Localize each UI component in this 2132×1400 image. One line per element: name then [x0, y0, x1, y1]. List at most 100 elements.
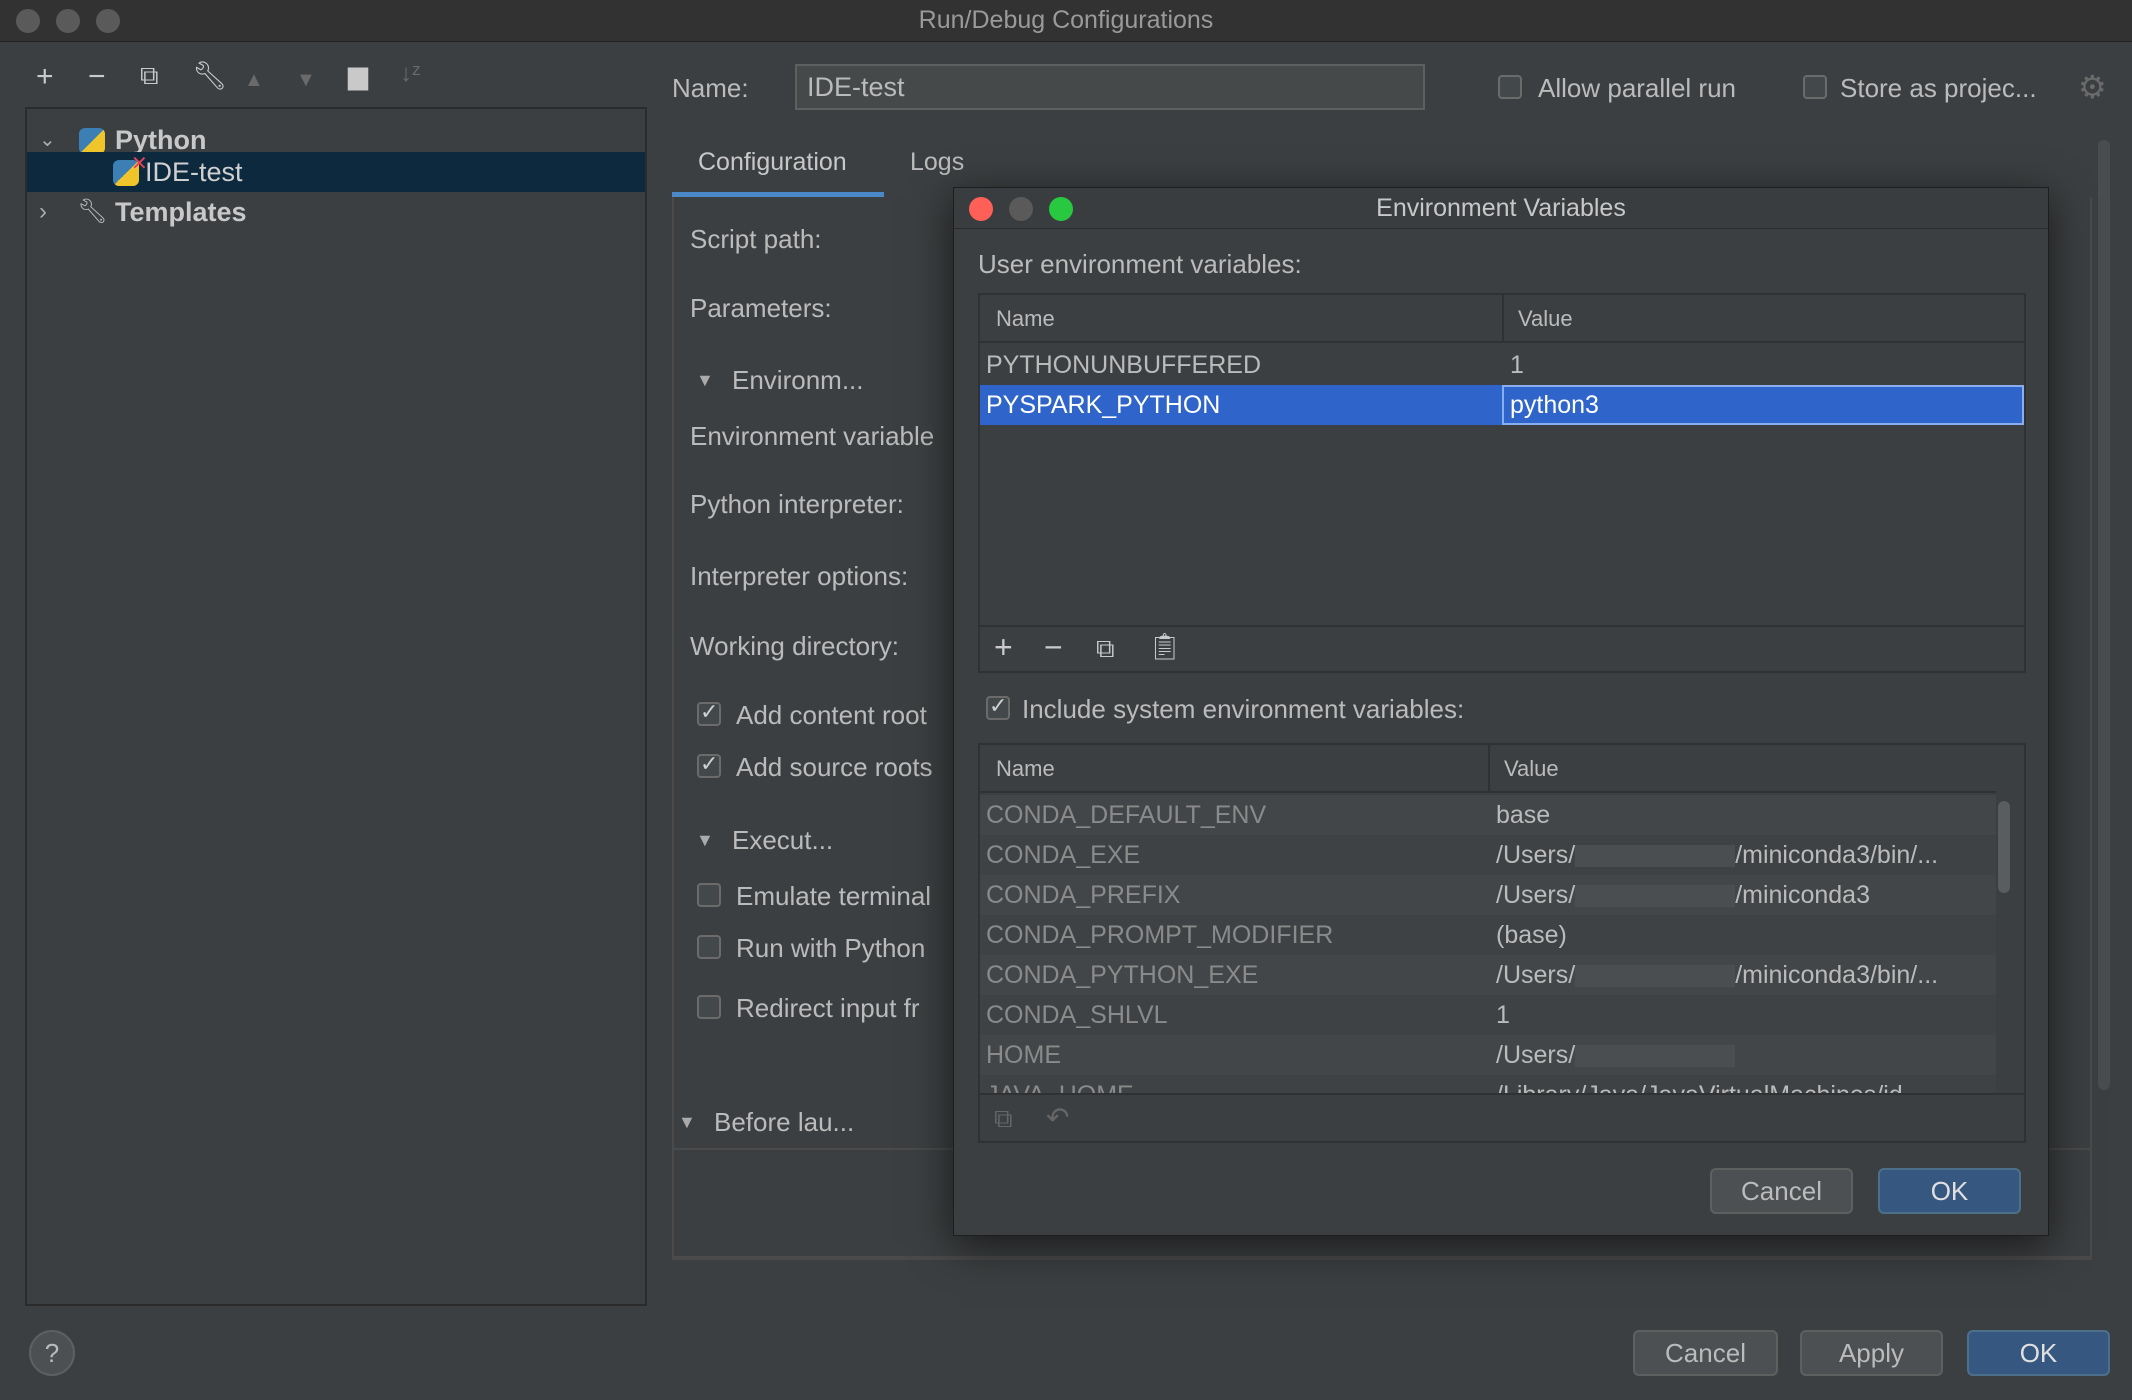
undo-icon[interactable]: ↶	[1046, 1101, 1069, 1134]
include-system-vars-label: Include system environment variables:	[1022, 694, 1465, 724]
table-row[interactable]: JAVA_HOME /Library/Java/JavaVirtualMachi…	[980, 1075, 1996, 1093]
column-header-name[interactable]: Name	[996, 756, 1055, 782]
emulate-terminal-checkbox[interactable]	[697, 883, 721, 907]
arrow-up-icon[interactable]: ▲	[244, 70, 264, 90]
var-value: 1	[1496, 995, 1510, 1035]
tree-label: Templates	[115, 197, 247, 227]
triangle-down-icon[interactable]: ▼	[696, 830, 714, 851]
dialog-cancel-button[interactable]: Cancel	[1710, 1168, 1853, 1214]
cancel-button[interactable]: Cancel	[1633, 1330, 1778, 1376]
add-source-roots-checkbox[interactable]	[697, 751, 721, 778]
redacted-block	[1575, 885, 1736, 908]
help-button[interactable]: ?	[29, 1330, 75, 1376]
column-header-value[interactable]: Value	[1504, 756, 1559, 782]
var-name: HOME	[986, 1041, 1061, 1069]
allow-parallel-checkbox[interactable]	[1498, 75, 1522, 99]
copy-icon[interactable]: ⧉	[994, 1103, 1013, 1135]
column-header-name[interactable]: Name	[996, 306, 1055, 332]
user-vars-table[interactable]: Name Value PYTHONUNBUFFERED 1 PYSPARK_PY…	[978, 293, 2026, 673]
table-row-selected[interactable]: PYSPARK_PYTHON python3	[980, 385, 2024, 425]
new-folder-icon[interactable]: ▆	[348, 62, 368, 88]
var-value: /Library/Java/JavaVirtualMachines/jd	[1496, 1075, 1903, 1093]
table-row[interactable]: CONDA_SHLVL 1	[980, 995, 1996, 1035]
store-project-label: Store as projec...	[1840, 73, 2037, 103]
run-with-python-label: Run with Python	[736, 933, 926, 963]
sort-icon[interactable]: ↓ᶻ	[400, 62, 421, 86]
copy-icon[interactable]: ⧉	[1096, 633, 1115, 665]
gear-icon[interactable]: ⚙	[2078, 68, 2107, 106]
tab-configuration[interactable]: Configuration	[698, 148, 847, 177]
name-label: Name:	[672, 73, 749, 103]
script-path-label: Script path:	[690, 224, 822, 254]
environment-variables-label: Environment variable	[690, 421, 935, 451]
var-value: /Users/ /miniconda3/bin/...	[1496, 955, 1938, 995]
arrow-down-icon[interactable]: ▼	[296, 70, 316, 90]
var-name: PYSPARK_PYTHON	[986, 391, 1221, 419]
wrench-icon[interactable]: 🔧︎	[192, 62, 228, 90]
scrollbar[interactable]	[2098, 140, 2110, 1090]
plus-icon[interactable]: +	[994, 629, 1013, 666]
var-value-text: 1	[1496, 1001, 1510, 1029]
copy-icon[interactable]: ⧉	[140, 62, 159, 88]
before-launch-label[interactable]: Before lau...	[714, 1107, 854, 1138]
name-input[interactable]: IDE-test	[795, 64, 1425, 110]
table-row[interactable]: CONDA_PREFIX /Users/ /miniconda3	[980, 875, 1996, 915]
column-header-value[interactable]: Value	[1518, 306, 1573, 332]
minus-icon[interactable]: −	[1044, 629, 1063, 666]
configuration-tree[interactable]: ⌄ Python ✕ IDE-test › 🔧︎ Templates	[25, 107, 647, 1306]
parameters-label: Parameters:	[690, 293, 832, 323]
redirect-input-checkbox[interactable]	[697, 995, 721, 1019]
var-name: CONDA_PREFIX	[986, 881, 1181, 909]
tab-logs[interactable]: Logs	[910, 148, 964, 177]
title-bar: Run/Debug Configurations	[0, 0, 2132, 42]
execution-section-label[interactable]: Execut...	[732, 825, 833, 856]
dialog-title: Environment Variables	[1376, 194, 1626, 222]
var-value-editor[interactable]: python3	[1502, 385, 2024, 425]
chevron-right-icon[interactable]: ›	[39, 192, 47, 232]
tree-item-ide-test[interactable]: ✕ IDE-test	[27, 152, 645, 192]
scrollbar[interactable]	[1998, 801, 2010, 893]
wrench-icon: 🔧︎	[77, 198, 108, 225]
triangle-down-icon[interactable]: ▼	[678, 1112, 696, 1133]
var-value: base	[1496, 795, 1550, 835]
var-name: JAVA_HOME	[986, 1075, 1134, 1093]
table-header: Name Value	[980, 295, 2024, 343]
triangle-down-icon[interactable]: ▼	[696, 370, 714, 391]
tree-item-templates[interactable]: › 🔧︎ Templates	[27, 192, 645, 232]
redacted-block	[1575, 1045, 1736, 1068]
table-row[interactable]: CONDA_EXE /Users/ /miniconda3/bin/...	[980, 835, 1996, 875]
system-vars-table[interactable]: Name Value CONDA_DEFAULT_ENV base CONDA_E…	[978, 743, 2026, 1143]
ok-button[interactable]: OK	[1967, 1330, 2110, 1376]
table-row[interactable]: CONDA_DEFAULT_ENV base	[980, 795, 1996, 835]
window-title: Run/Debug Configurations	[918, 6, 1214, 34]
run-with-python-console-checkbox[interactable]	[697, 935, 721, 959]
environment-section-label[interactable]: Environm...	[732, 365, 864, 396]
add-content-roots-label: Add content root	[736, 700, 927, 730]
table-row[interactable]: CONDA_PROMPT_MODIFIER (base)	[980, 915, 1996, 955]
var-name: CONDA_EXE	[986, 841, 1141, 869]
dialog-ok-button[interactable]: OK	[1878, 1168, 2021, 1214]
include-system-vars-checkbox[interactable]	[986, 693, 1010, 720]
plus-icon[interactable]: +	[36, 62, 54, 92]
paste-icon[interactable]: 📋︎	[1148, 631, 1181, 662]
var-value-text: (base)	[1496, 921, 1567, 949]
var-value-text: /Library/Java/JavaVirtualMachines/jd	[1496, 1081, 1903, 1093]
var-name: CONDA_PYTHON_EXE	[986, 961, 1259, 989]
apply-button[interactable]: Apply	[1800, 1330, 1943, 1376]
var-name: CONDA_SHLVL	[986, 1001, 1168, 1029]
var-value: /Users/	[1496, 1035, 1736, 1075]
redacted-block	[1575, 965, 1736, 988]
working-directory-label: Working directory:	[690, 631, 900, 661]
allow-parallel-label: Allow parallel run	[1538, 73, 1736, 103]
python-icon	[79, 128, 105, 154]
var-value-text: /Users/	[1496, 961, 1576, 989]
user-vars-label: User environment variables:	[978, 249, 1302, 279]
table-row[interactable]: PYTHONUNBUFFERED 1	[980, 345, 2024, 385]
table-row[interactable]: CONDA_PYTHON_EXE /Users/ /miniconda3/bin/…	[980, 955, 1996, 995]
system-vars-rows: CONDA_DEFAULT_ENV base CONDA_EXE /Users//…	[980, 795, 1996, 1093]
table-row[interactable]: HOME /Users/	[980, 1035, 1996, 1075]
store-project-checkbox[interactable]	[1803, 75, 1827, 99]
add-content-roots-checkbox[interactable]	[697, 699, 721, 726]
minus-icon[interactable]: −	[88, 62, 106, 92]
var-name: CONDA_PROMPT_MODIFIER	[986, 921, 1334, 949]
